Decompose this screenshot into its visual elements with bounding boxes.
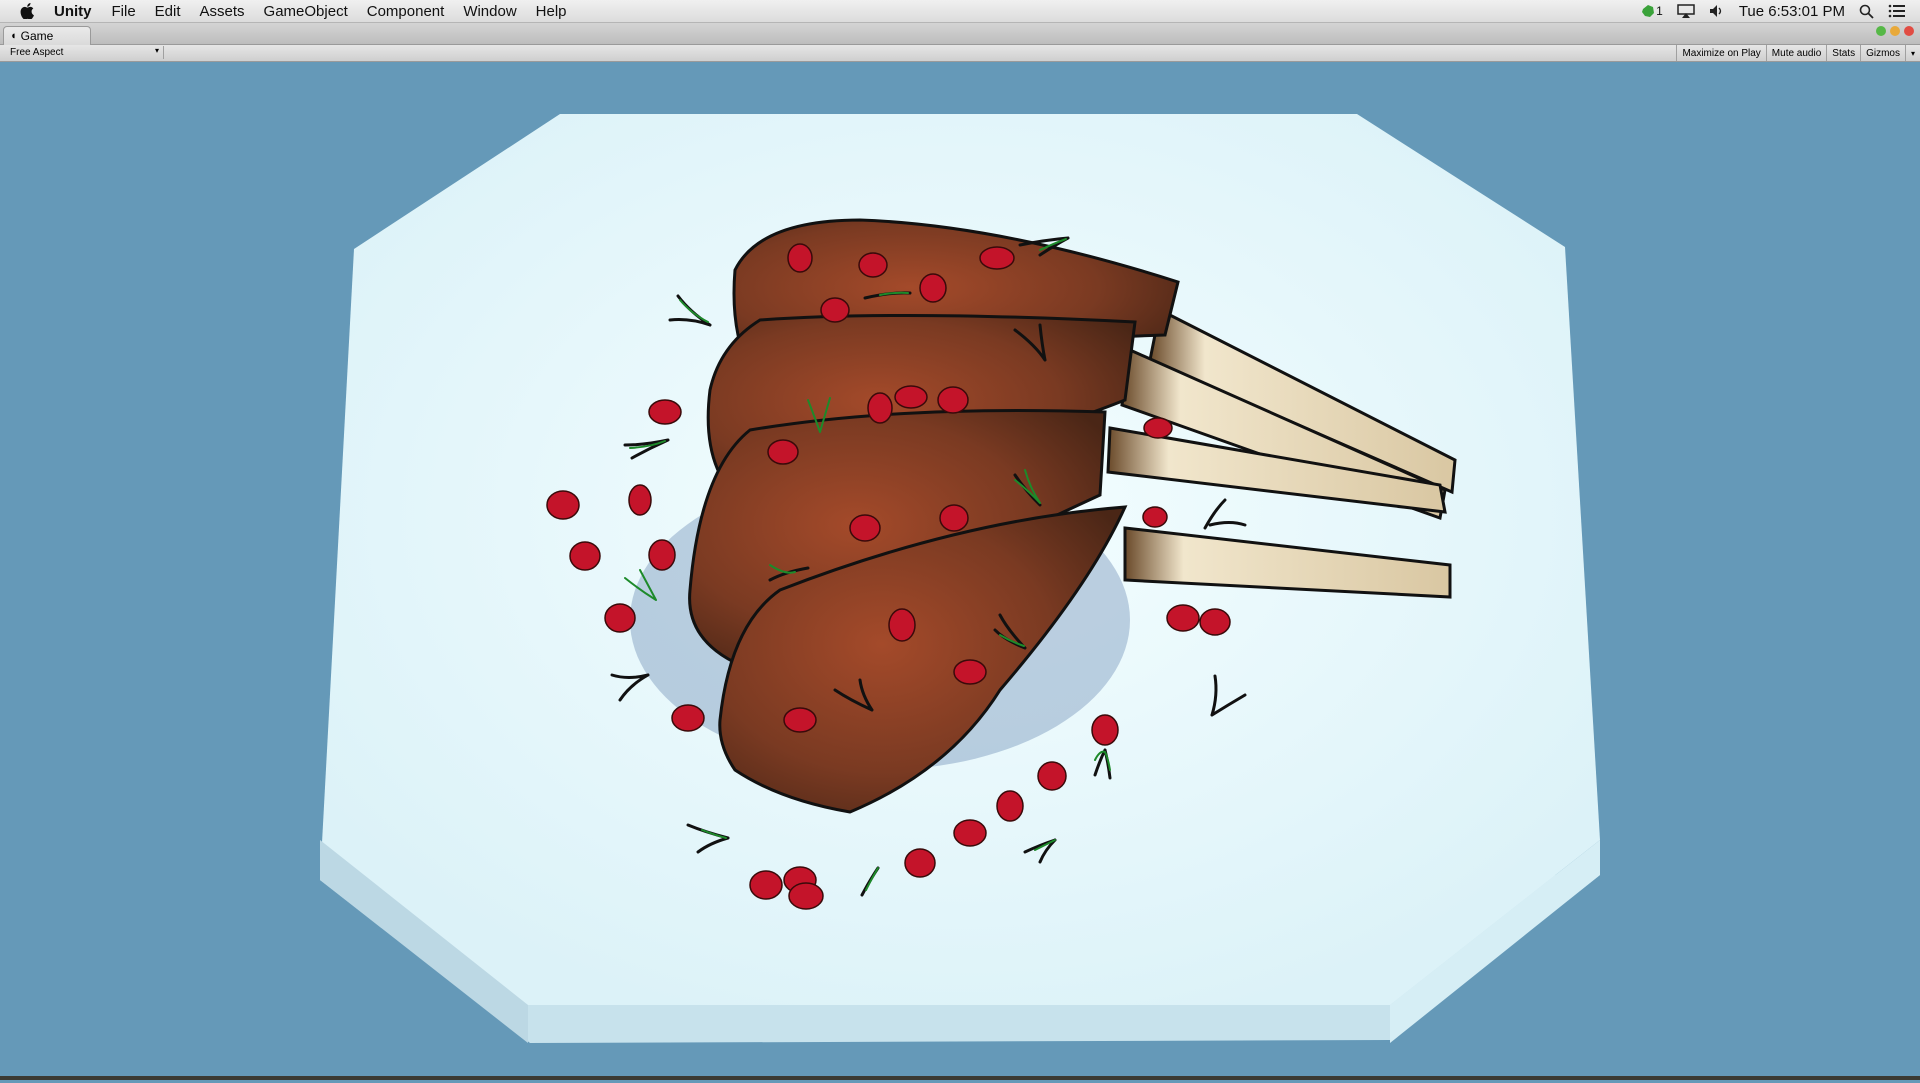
menu-assets[interactable]: Assets bbox=[200, 3, 245, 20]
desktop-strip bbox=[0, 1076, 1920, 1080]
maximize-window-button[interactable] bbox=[1876, 26, 1886, 36]
game-view-toolbar: Free Aspect ▾ Maximize on Play Mute audi… bbox=[0, 45, 1920, 62]
window-tab-bar: ◖ Game bbox=[0, 23, 1920, 45]
dropdown-arrow-icon: ▾ bbox=[154, 46, 159, 55]
menu-gameobject[interactable]: GameObject bbox=[264, 3, 348, 20]
aspect-dropdown[interactable]: Free Aspect ▾ bbox=[2, 46, 164, 59]
mute-audio-button[interactable]: Mute audio bbox=[1765, 45, 1826, 61]
tab-game[interactable]: ◖ Game bbox=[3, 26, 91, 45]
gizmos-dropdown-icon[interactable]: ▾ bbox=[1904, 45, 1920, 61]
window-controls bbox=[1876, 26, 1914, 36]
menu-window[interactable]: Window bbox=[463, 3, 516, 20]
maximize-on-play-button[interactable]: Maximize on Play bbox=[1676, 45, 1765, 61]
app-menu-unity[interactable]: Unity bbox=[54, 3, 92, 20]
close-window-button[interactable] bbox=[1904, 26, 1914, 36]
menu-file[interactable]: File bbox=[112, 3, 136, 20]
spotlight-search-icon[interactable] bbox=[1859, 4, 1874, 19]
status-area: 1 Tue 6:53:01 PM bbox=[1640, 0, 1920, 22]
toolbar-buttons: Maximize on Play Mute audio Stats Gizmos… bbox=[1676, 45, 1920, 61]
notification-center-icon[interactable] bbox=[1888, 4, 1906, 18]
game-view-icon: ◖ bbox=[10, 30, 17, 42]
minimize-window-button[interactable] bbox=[1890, 26, 1900, 36]
apple-icon[interactable] bbox=[20, 3, 34, 19]
gizmos-button[interactable]: Gizmos bbox=[1860, 45, 1905, 61]
menu-help[interactable]: Help bbox=[536, 3, 567, 20]
game-viewport[interactable] bbox=[0, 62, 1920, 1078]
menu-component[interactable]: Component bbox=[367, 3, 445, 20]
menu-edit[interactable]: Edit bbox=[155, 3, 181, 20]
elephant-icon bbox=[1642, 5, 1655, 17]
tab-game-label: Game bbox=[20, 29, 54, 43]
airplay-icon[interactable] bbox=[1677, 4, 1695, 18]
volume-icon[interactable] bbox=[1709, 4, 1725, 18]
status-badge: 1 bbox=[1656, 4, 1663, 18]
game-scene bbox=[320, 114, 1600, 1043]
stats-button[interactable]: Stats bbox=[1826, 45, 1860, 61]
clock[interactable]: Tue 6:53:01 PM bbox=[1739, 3, 1845, 20]
status-item-evernote[interactable]: 1 bbox=[1640, 3, 1663, 19]
aspect-label: Free Aspect bbox=[10, 47, 64, 58]
menu-bar: Unity File Edit Assets GameObject Compon… bbox=[0, 0, 1920, 23]
